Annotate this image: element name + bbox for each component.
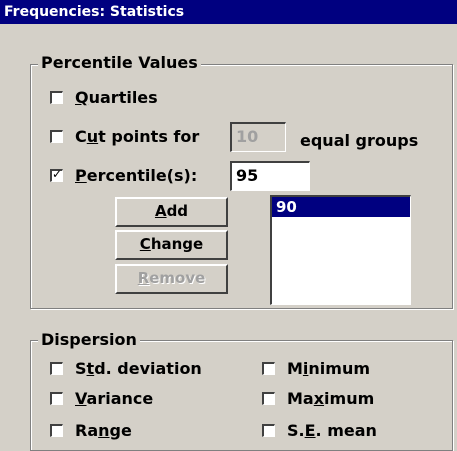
percentiles-checkbox-row[interactable]: Percentile(s): <box>50 166 197 185</box>
std-deviation-checkbox[interactable] <box>50 362 63 375</box>
percentiles-label: Percentile(s): <box>75 166 198 185</box>
add-button[interactable]: Add <box>115 197 228 227</box>
se-mean-checkbox[interactable] <box>262 424 275 437</box>
percentile-list[interactable]: 90 <box>270 195 411 305</box>
range-label: Range <box>75 421 132 440</box>
maximum-checkbox-row[interactable]: Maximum <box>262 389 374 408</box>
maximum-checkbox[interactable] <box>262 392 275 405</box>
remove-button: Remove <box>115 264 228 294</box>
percentile-input[interactable]: 95 <box>230 161 310 191</box>
minimum-label: Minimum <box>287 359 371 378</box>
minimum-checkbox[interactable] <box>262 362 275 375</box>
minimum-checkbox-row[interactable]: Minimum <box>262 359 370 378</box>
cut-points-input: 10 <box>230 122 286 152</box>
variance-checkbox-row[interactable]: Variance <box>50 389 153 408</box>
percentiles-checkbox[interactable] <box>50 167 63 182</box>
cut-points-checkbox-row[interactable]: Cut points for <box>50 127 199 146</box>
dispersion-legend: Dispersion <box>38 330 140 349</box>
quartiles-checkbox-row[interactable]: Quartiles <box>50 88 158 107</box>
std-deviation-checkbox-row[interactable]: Std. deviation <box>50 359 202 378</box>
quartiles-label: Quartiles <box>75 88 158 107</box>
window-title: Frequencies: Statistics <box>0 0 457 24</box>
range-checkbox-row[interactable]: Range <box>50 421 132 440</box>
cut-points-checkbox[interactable] <box>50 130 63 143</box>
variance-checkbox[interactable] <box>50 392 63 405</box>
equal-groups-label: equal groups <box>300 131 419 150</box>
quartiles-checkbox[interactable] <box>50 91 63 104</box>
std-deviation-label: Std. deviation <box>75 359 202 378</box>
range-checkbox[interactable] <box>50 424 63 437</box>
variance-label: Variance <box>75 389 154 408</box>
se-mean-label: S.E. mean <box>287 421 377 440</box>
se-mean-checkbox-row[interactable]: S.E. mean <box>262 421 377 440</box>
change-button[interactable]: Change <box>115 230 228 260</box>
percentile-values-legend: Percentile Values <box>38 53 201 72</box>
cut-points-label: Cut points for <box>75 127 200 146</box>
list-item[interactable]: 90 <box>272 197 410 217</box>
maximum-label: Maximum <box>287 389 375 408</box>
